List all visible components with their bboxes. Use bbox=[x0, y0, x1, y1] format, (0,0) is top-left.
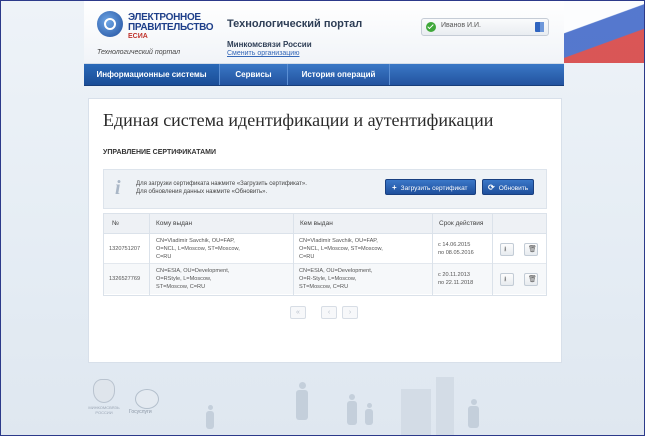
column-divider bbox=[492, 214, 493, 295]
person-silhouette bbox=[468, 406, 479, 428]
person-silhouette bbox=[299, 382, 306, 389]
person-silhouette bbox=[365, 409, 373, 425]
building-decoration bbox=[401, 389, 431, 435]
logo-line-2: ПРАВИТЕЛЬСТВО bbox=[128, 22, 214, 33]
change-organization-link[interactable]: Сменить организацию bbox=[227, 50, 299, 57]
prev-page-button[interactable]: ‹ bbox=[321, 306, 337, 319]
refresh-icon: ⟳ bbox=[488, 183, 495, 192]
user-name: Иванов И.И. bbox=[441, 22, 481, 29]
check-circle-icon bbox=[426, 22, 436, 32]
person-silhouette bbox=[206, 411, 214, 429]
flag-decoration bbox=[564, 1, 644, 63]
chevron-left-icon: ‹ bbox=[327, 309, 331, 316]
person-silhouette bbox=[367, 403, 372, 408]
chevron-right-icon: › bbox=[348, 309, 352, 316]
upload-certificate-button[interactable]: + Загрузить сертификат bbox=[385, 179, 476, 195]
upload-certificate-label: Загрузить сертификат bbox=[400, 185, 468, 192]
column-header-number: № bbox=[112, 220, 119, 227]
cert-issued-by: CN=ESIA, OU=Development, O=R-Style, L=Mo… bbox=[299, 268, 373, 290]
column-divider bbox=[432, 214, 433, 295]
download-button[interactable]: ⭳ bbox=[500, 243, 514, 256]
cert-issued-to: CN=ESIA, OU=Development, O=RStyle, L=Mos… bbox=[156, 268, 230, 290]
column-header-issued-by: Кем выдан bbox=[300, 220, 333, 227]
logo-subtitle: Технологический портал bbox=[97, 49, 181, 56]
gosuslugi-label[interactable]: Госуслуги bbox=[129, 409, 152, 415]
table-row: 1326527769 CN=ESIA, OU=Development, O=RS… bbox=[104, 264, 546, 294]
main-nav: Информационные системы Сервисы История о… bbox=[84, 64, 564, 86]
cert-number: 1326527769 bbox=[109, 276, 141, 282]
page-title: Единая система идентификации и аутентифи… bbox=[103, 110, 494, 130]
portal-title: Технологический портал bbox=[227, 18, 363, 30]
refresh-label: Обновить bbox=[498, 185, 529, 192]
logout-icon[interactable] bbox=[535, 22, 544, 32]
double-chevron-left-icon: « bbox=[296, 309, 300, 316]
person-silhouette bbox=[349, 394, 355, 400]
plus-icon: + bbox=[392, 183, 397, 192]
table-header: № Кому выдан Кем выдан Срок действия bbox=[104, 214, 546, 234]
download-icon: ⭳ bbox=[504, 276, 507, 283]
column-header-issued-to: Кому выдан bbox=[156, 220, 193, 227]
download-button[interactable]: ⭳ bbox=[500, 273, 514, 286]
section-title: УПРАВЛЕНИЕ СЕРТИФИКАТАМИ bbox=[103, 149, 217, 156]
column-divider bbox=[149, 214, 150, 295]
trash-icon: 🗑 bbox=[528, 246, 537, 253]
cert-issued-by: CN=Vladimir Savchik, OU=FAP, O=NCL, L=Mo… bbox=[299, 238, 383, 260]
cert-issued-to: CN=Vladimir Savchik, OU=FAP, O=NCL, L=Mo… bbox=[156, 238, 240, 260]
table-row: 1320751207 CN=Vladimir Savchik, OU=FAP, … bbox=[104, 234, 546, 264]
cert-validity: с 14.06.2015 по 08.05.2016 bbox=[438, 242, 474, 256]
person-silhouette bbox=[471, 399, 477, 405]
browser-frame: ЭЛЕКТРОННОЕ ПРАВИТЕЛЬСТВО ЕСИА Технологи… bbox=[0, 0, 645, 436]
delete-button[interactable]: 🗑 bbox=[524, 243, 538, 256]
nav-item-operations-history[interactable]: История операций bbox=[288, 64, 390, 85]
refresh-button[interactable]: ⟳ Обновить bbox=[482, 179, 534, 195]
column-divider bbox=[293, 214, 294, 295]
person-silhouette bbox=[208, 405, 213, 410]
column-header-validity: Срок действия bbox=[439, 220, 484, 227]
gosuslugi-logo-icon[interactable] bbox=[135, 389, 159, 409]
user-menu[interactable]: Иванов И.И. bbox=[421, 18, 549, 36]
certificates-table: № Кому выдан Кем выдан Срок действия 132… bbox=[103, 213, 547, 296]
download-icon: ⭳ bbox=[504, 246, 507, 253]
cert-number: 1320751207 bbox=[109, 246, 141, 252]
nav-item-information-systems[interactable]: Информационные системы bbox=[84, 64, 220, 85]
info-text-upload: Для загрузки сертификата нажмите «Загруз… bbox=[136, 181, 307, 187]
cert-validity: с 20.11.2013 по 22.11.2018 bbox=[438, 272, 474, 286]
person-silhouette bbox=[347, 401, 357, 425]
person-silhouette bbox=[296, 390, 308, 420]
info-text-refresh: Для обновления данных нажмите «Обновить»… bbox=[136, 189, 268, 195]
esia-logo-icon[interactable] bbox=[97, 11, 123, 37]
next-page-button[interactable]: › bbox=[342, 306, 358, 319]
trash-icon: 🗑 bbox=[528, 276, 537, 283]
logo-line-3: ЕСИА bbox=[128, 33, 148, 40]
info-icon: i bbox=[115, 177, 121, 199]
coat-of-arms-icon bbox=[93, 379, 115, 403]
organization-name: Минкомсвязи России bbox=[227, 40, 312, 49]
nav-item-services[interactable]: Сервисы bbox=[220, 64, 288, 85]
footer-ministry-text: МИНКОМСВЯЗЬ РОССИИ bbox=[88, 405, 120, 415]
building-decoration bbox=[436, 377, 454, 435]
first-page-button[interactable]: « bbox=[290, 306, 306, 319]
delete-button[interactable]: 🗑 bbox=[524, 273, 538, 286]
